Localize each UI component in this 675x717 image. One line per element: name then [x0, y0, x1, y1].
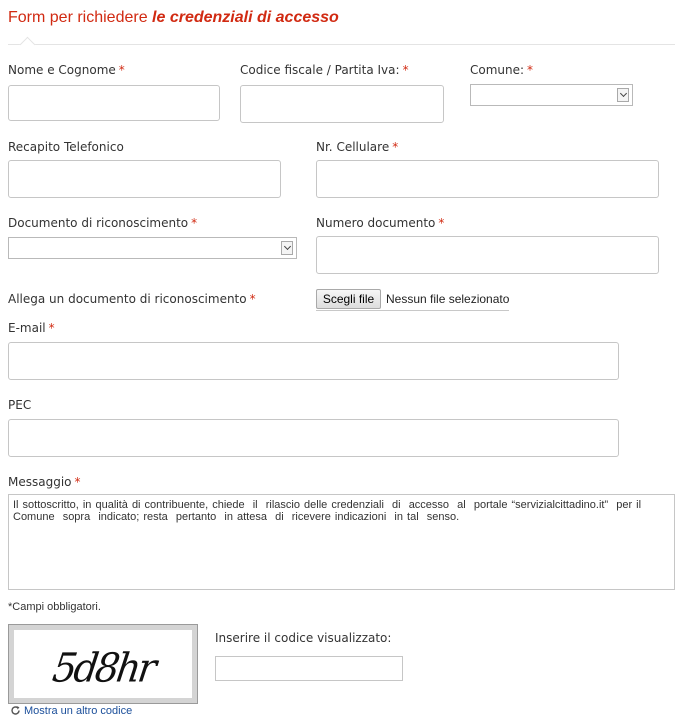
cellulare-label-text: Nr. Cellulare	[316, 140, 390, 154]
captcha-image: 5d8hr	[8, 624, 198, 704]
file-status-text: Nessun file selezionato	[386, 292, 510, 306]
codice-fiscale-label: Codice fiscale / Partita Iva: *	[240, 63, 409, 77]
required-marker: *	[249, 292, 256, 306]
refresh-captcha-link[interactable]: Mostra un altro codice	[10, 705, 132, 717]
cellulare-label: Nr. Cellulare *	[316, 140, 398, 154]
page-title-prefix: Form per richiedere	[8, 9, 153, 26]
documento-label-text: Documento di riconoscimento	[8, 216, 189, 230]
pec-input[interactable]	[8, 419, 619, 457]
required-marker: *	[118, 63, 125, 77]
nome-cognome-input[interactable]	[8, 85, 220, 121]
cellulare-input[interactable]	[316, 160, 659, 198]
nome-label: Nome e Cognome *	[8, 63, 125, 77]
numero-documento-label: Numero documento *	[316, 216, 444, 230]
chevron-down-icon[interactable]	[281, 241, 293, 255]
title-divider-notch	[19, 36, 36, 53]
refresh-icon	[11, 706, 20, 715]
required-marker: *	[527, 63, 534, 77]
numero-documento-label-text: Numero documento	[316, 216, 436, 230]
required-marker: *	[392, 140, 399, 154]
choose-file-button[interactable]: Scegli file	[316, 289, 381, 309]
required-marker: *	[438, 216, 445, 230]
allegato-label-text: Allega un documento di riconoscimento	[8, 292, 247, 306]
email-input[interactable]	[8, 342, 619, 380]
allegato-label: Allega un documento di riconoscimento *	[8, 292, 256, 306]
chevron-down-icon[interactable]	[617, 88, 629, 102]
comune-label-text: Comune:	[470, 63, 525, 77]
required-marker: *	[48, 321, 55, 335]
required-fields-note: *Campi obbligatori.	[8, 601, 101, 613]
refresh-captcha-label[interactable]: Mostra un altro codice	[24, 705, 132, 717]
pec-label-text: PEC	[8, 398, 32, 412]
documento-select[interactable]	[8, 237, 297, 259]
codice-fiscale-input[interactable]	[240, 85, 444, 123]
pec-label: PEC	[8, 398, 31, 412]
email-label: E-mail *	[8, 321, 55, 335]
recapito-label-text: Recapito Telefonico	[8, 140, 124, 154]
captcha-input[interactable]	[215, 656, 403, 681]
comune-select[interactable]	[470, 84, 633, 106]
messaggio-label-text: Messaggio	[8, 475, 72, 489]
codice-fiscale-label-text: Codice fiscale / Partita Iva:	[240, 63, 400, 77]
nome-label-text: Nome e Cognome	[8, 63, 116, 77]
required-marker: *	[191, 216, 198, 230]
recapito-label: Recapito Telefonico	[8, 140, 124, 154]
documento-label: Documento di riconoscimento *	[8, 216, 197, 230]
numero-documento-input[interactable]	[316, 236, 659, 274]
captcha-code: 5d8hr	[49, 644, 157, 692]
page-title: Form per richiedere le credenziali di ac…	[8, 9, 339, 27]
comune-label: Comune: *	[470, 63, 533, 77]
required-marker: *	[74, 475, 81, 489]
page-title-emphasis: le credenziali di accesso	[152, 9, 339, 26]
recapito-telefonico-input[interactable]	[8, 160, 281, 198]
required-marker: *	[402, 63, 409, 77]
captcha-input-label: Inserire il codice visualizzato:	[215, 631, 392, 645]
title-divider	[8, 44, 675, 45]
email-label-text: E-mail	[8, 321, 46, 335]
messaggio-textarea[interactable]: Il sottoscritto, in qualità di contribue…	[8, 494, 675, 590]
messaggio-label: Messaggio *	[8, 475, 81, 489]
